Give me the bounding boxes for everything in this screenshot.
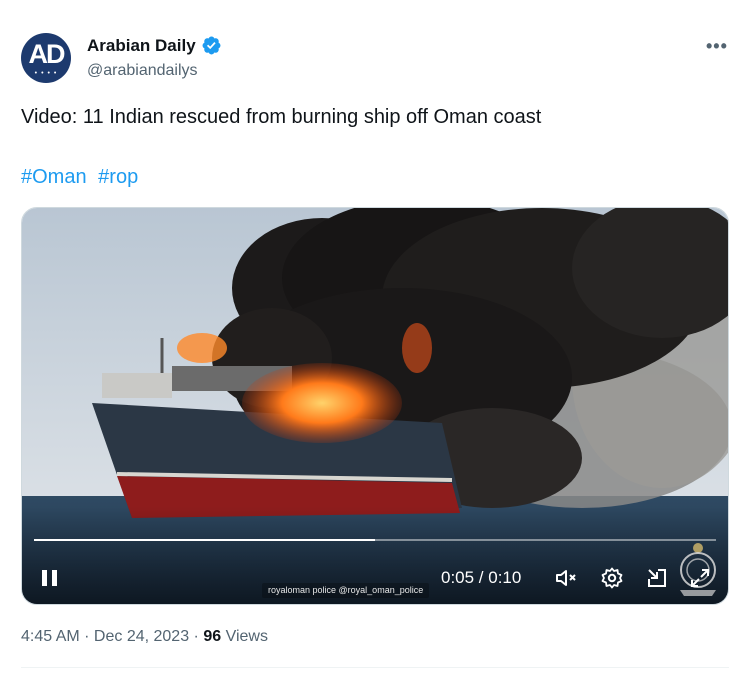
meta-separator: · [189, 628, 204, 645]
tweet-meta: 4:45 AM · Dec 24, 2023 · 96 Views [21, 628, 268, 646]
tweet-card: AD • • • • Arabian Daily @arabiandailys … [0, 0, 745, 692]
tweet-date[interactable]: Dec 24, 2023 [94, 628, 189, 645]
video-progress-fill [34, 539, 375, 541]
pause-icon[interactable] [39, 568, 61, 590]
meta-separator: · [79, 628, 94, 645]
popout-icon[interactable] [645, 566, 669, 590]
author-name-row: Arabian Daily [87, 35, 222, 56]
divider [21, 667, 729, 668]
tweet-text: Video: 11 Indian rescued from burning sh… [21, 106, 542, 128]
views-count: 96 [203, 628, 222, 645]
avatar[interactable]: AD • • • • [21, 33, 71, 83]
tweet-time[interactable]: 4:45 AM [21, 628, 80, 645]
video-time-display: 0:05 / 0:10 [441, 568, 522, 587]
fullscreen-icon[interactable] [688, 566, 712, 590]
hashtag-rop[interactable]: #rop [98, 166, 138, 188]
avatar-logo-text: AD [28, 39, 66, 69]
author-display-name[interactable]: Arabian Daily [87, 36, 196, 56]
hashtag-oman[interactable]: #Oman [21, 166, 87, 188]
video-frame-burning-ship [22, 208, 728, 604]
video-watermark: royaloman police @royal_oman_police [262, 583, 430, 598]
video-player[interactable]: royaloman police @royal_oman_police 0:05… [21, 207, 729, 605]
verified-badge-icon [202, 36, 221, 55]
author-handle[interactable]: @arabiandailys [87, 62, 198, 80]
more-options-icon[interactable]: ••• [706, 36, 728, 57]
avatar-subtext: • • • • [34, 70, 58, 77]
volume-muted-icon[interactable] [554, 566, 578, 590]
hashtags: #Oman #rop [21, 164, 144, 190]
views-label: Views [221, 628, 268, 645]
video-progress-bar[interactable] [34, 539, 716, 541]
settings-gear-icon[interactable] [600, 566, 624, 590]
